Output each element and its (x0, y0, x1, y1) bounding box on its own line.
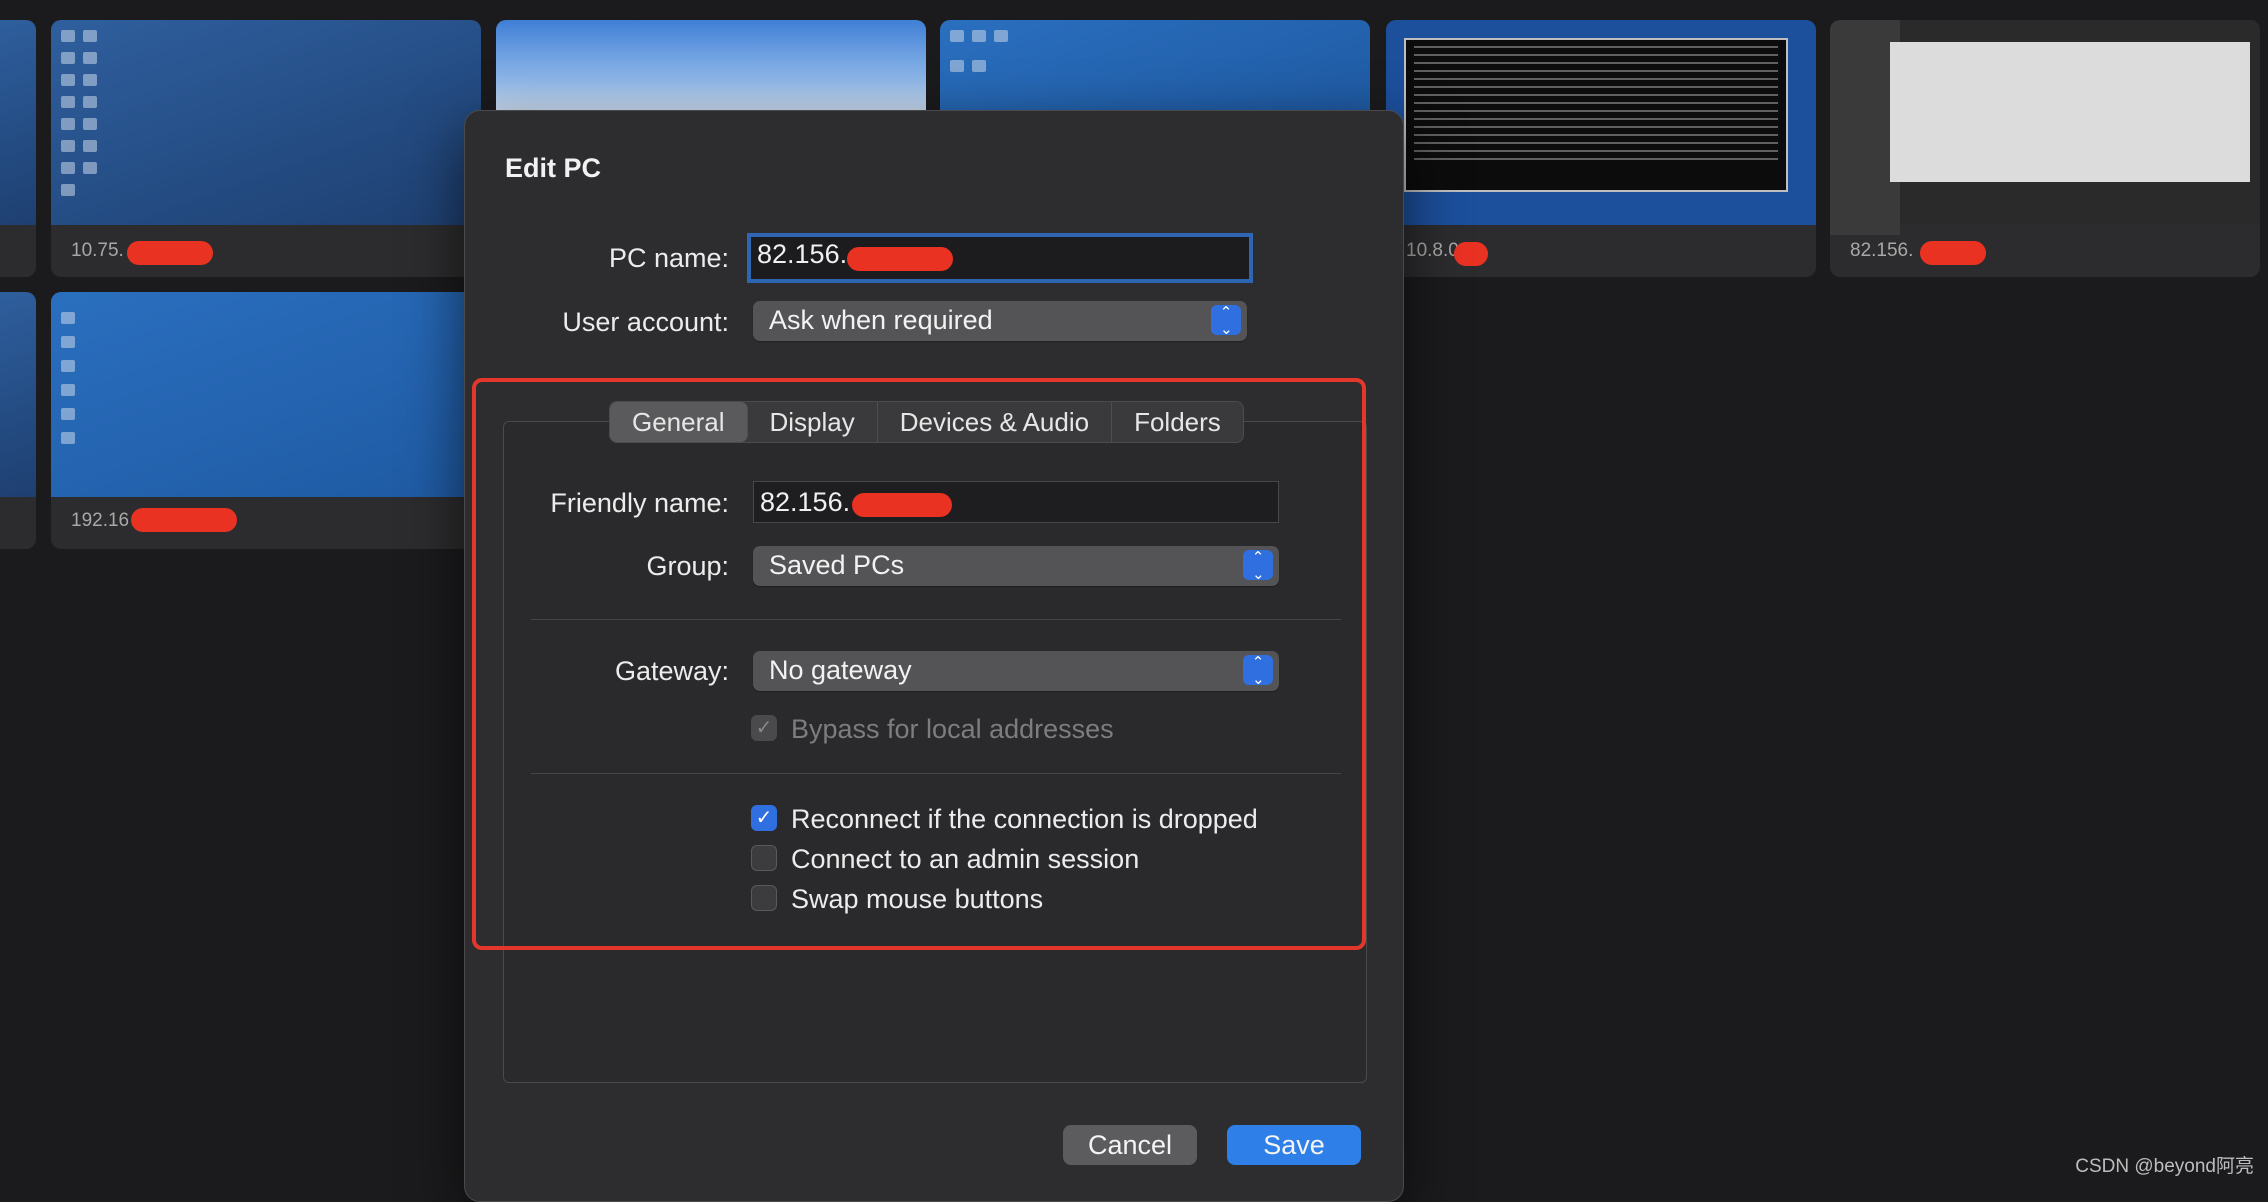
pc-thumbnail (1830, 20, 2260, 235)
pc-tile-label: 192.16 (71, 510, 130, 531)
save-button[interactable]: Save (1227, 1125, 1361, 1165)
redaction-mark (131, 508, 237, 532)
pc-thumbnail (51, 20, 481, 225)
highlight-annotation-box (472, 378, 1366, 950)
pc-thumbnail (51, 292, 481, 497)
pc-tile-label: 10.8.0 (1406, 240, 1459, 261)
pc-name-label: PC name: (608, 243, 729, 273)
updown-chevron-icon: ⌃ ⌃ (1211, 305, 1241, 336)
pc-thumbnail (1386, 20, 1816, 225)
user-account-value: Ask when required (769, 305, 993, 335)
watermark: CSDN @beyond阿亮 (2075, 1156, 2254, 1177)
pc-tile-label: 10.75. (71, 240, 124, 261)
pc-tile-left-partial-1[interactable] (0, 20, 36, 277)
pc-tile-10-75[interactable]: 10.75. (51, 20, 481, 277)
redaction-mark (847, 247, 953, 271)
pc-name-field[interactable]: 82.156. (747, 233, 1253, 283)
pc-thumbnail (940, 20, 1370, 120)
pc-tile-3[interactable] (940, 20, 1370, 120)
pc-tile-left-partial-2[interactable] (0, 292, 36, 549)
pc-tile-2[interactable] (496, 20, 926, 120)
dialog-title: Edit PC (505, 153, 602, 183)
pc-tile-192-16[interactable]: 192.16 (51, 292, 481, 549)
user-account-label: User account: (562, 307, 729, 337)
pc-tile-10-8[interactable]: 10.8.0 (1386, 20, 1816, 277)
user-account-select[interactable]: Ask when required ⌃ ⌃ (753, 301, 1247, 341)
pc-thumbnail (496, 20, 926, 120)
cancel-button[interactable]: Cancel (1063, 1125, 1197, 1165)
pc-tile-label: 82.156. (1850, 240, 1914, 261)
redaction-mark (1454, 242, 1488, 266)
redaction-mark (127, 241, 213, 265)
pc-tile-82-156[interactable]: 82.156. (1830, 20, 2260, 277)
pc-name-value: 82.156. (757, 239, 848, 269)
redaction-mark (1920, 241, 1986, 265)
